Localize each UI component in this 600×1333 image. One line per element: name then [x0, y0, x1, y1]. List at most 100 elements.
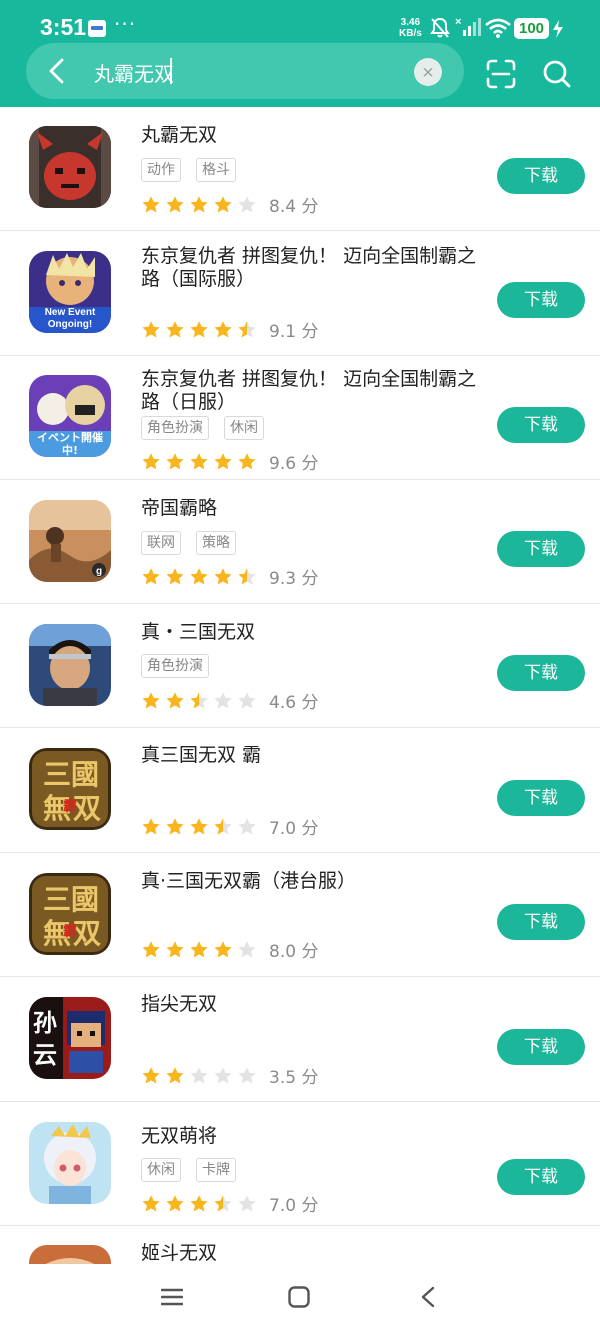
- tag: 休闲: [141, 1158, 181, 1182]
- download-button[interactable]: 下载: [497, 407, 585, 443]
- seal-mark: 霸: [63, 924, 77, 940]
- list-item[interactable]: 三 國 無 双 霸 真三国无双 霸 7.0 分 下载: [0, 728, 600, 853]
- star-half-icon: [238, 567, 256, 584]
- list-item[interactable]: 无双萌将 休闲 卡牌 7.0 分 下载: [0, 1102, 600, 1226]
- star-empty-icon: [214, 691, 232, 708]
- event-badge: New Event Ongoing!: [44, 307, 96, 330]
- tag-group: 动作 格斗: [141, 158, 236, 182]
- rating-row: 7.0 分: [141, 814, 318, 839]
- download-button[interactable]: 下载: [497, 282, 585, 318]
- pixel-hero-icon[interactable]: 孙 云: [29, 997, 111, 1079]
- back-nav-icon[interactable]: [419, 1286, 437, 1308]
- network-speed: 3.46 KB/s: [399, 17, 422, 39]
- star-filled-icon: [166, 817, 184, 834]
- tag: 休闲: [224, 416, 264, 440]
- list-item[interactable]: 姬斗无双: [0, 1226, 600, 1264]
- app-name[interactable]: 丸霸无双: [141, 124, 486, 147]
- list-item[interactable]: 真・三国无双 角色扮演 4.6 分 下载: [0, 604, 600, 728]
- list-item[interactable]: 三 國 無 双 霸 真·三国无双霸（港台服） 8.0 分 下载: [0, 853, 600, 977]
- star-filled-icon: [238, 452, 256, 469]
- app-name[interactable]: 真三国无双 霸: [141, 744, 486, 767]
- empire-battle-icon[interactable]: g: [29, 500, 111, 582]
- rating-row: 9.6 分: [141, 449, 318, 474]
- download-button[interactable]: 下载: [497, 780, 585, 816]
- tag: 联网: [141, 531, 181, 555]
- svg-text:云: 云: [33, 1040, 57, 1069]
- list-item[interactable]: 孙 云 指尖无双 3.5 分 下载: [0, 977, 600, 1102]
- svg-text:國: 國: [71, 758, 99, 791]
- tag: 角色扮演: [141, 416, 209, 440]
- rating-score: 3.5 分: [269, 1068, 319, 1088]
- list-item[interactable]: New Event Ongoing! 东京复仇者 拼图复仇！ 迈向全国制霸之路（…: [0, 231, 600, 356]
- rating-score: 9.3 分: [269, 569, 319, 589]
- star-empty-icon: [238, 1194, 256, 1211]
- tokyo-revengers-jp-icon[interactable]: イベント開催中!: [29, 375, 111, 457]
- more-notifications-icon: ···: [114, 12, 137, 36]
- star-filled-icon: [166, 195, 184, 212]
- app-name[interactable]: 东京复仇者 拼图复仇！ 迈向全国制霸之路（国际服）: [141, 245, 486, 291]
- scan-icon[interactable]: [486, 59, 516, 89]
- download-button[interactable]: 下载: [497, 158, 585, 194]
- star-empty-icon: [238, 195, 256, 212]
- tag-group: 联网 策略: [141, 531, 236, 555]
- rating-row: 8.4 分: [141, 192, 318, 217]
- search-input[interactable]: 丸霸无双: [94, 58, 174, 87]
- app-name[interactable]: 真·三国无双霸（港台服）: [141, 870, 486, 893]
- app-name[interactable]: 真・三国无双: [141, 621, 486, 644]
- red-demon-icon[interactable]: [29, 126, 111, 208]
- rating-row: 9.1 分: [141, 317, 318, 342]
- rating-row: 7.0 分: [141, 1191, 318, 1216]
- star-empty-icon: [238, 1066, 256, 1083]
- rating-score: 4.6 分: [269, 693, 319, 713]
- star-filled-icon: [142, 1194, 160, 1211]
- gold-calligraphy-icon[interactable]: 三 國 無 双 霸: [29, 748, 111, 830]
- svg-text:國: 國: [71, 883, 99, 916]
- home-icon[interactable]: [288, 1286, 310, 1308]
- star-half-icon: [214, 1194, 232, 1211]
- app-name[interactable]: 帝国霸略: [141, 497, 486, 520]
- app-name[interactable]: 东京复仇者 拼图复仇！ 迈向全国制霸之路（日服）: [141, 368, 486, 414]
- tokyo-revengers-icon[interactable]: New Event Ongoing!: [29, 251, 111, 333]
- star-filled-icon: [142, 195, 160, 212]
- status-time: 3:51: [40, 14, 87, 40]
- menu-icon[interactable]: [161, 1286, 183, 1308]
- download-button[interactable]: 下载: [497, 1159, 585, 1195]
- list-item[interactable]: 丸霸无双 动作 格斗 8.4 分 下载: [0, 107, 600, 231]
- star-filled-icon: [142, 567, 160, 584]
- app-name[interactable]: 无双萌将: [141, 1125, 486, 1148]
- tag-group: 角色扮演 休闲: [141, 416, 264, 440]
- app-name[interactable]: 指尖无双: [141, 993, 486, 1016]
- wifi-icon: [485, 18, 511, 38]
- anime-girl-icon[interactable]: [29, 1122, 111, 1204]
- search-bar[interactable]: 丸霸无双 ×: [26, 43, 464, 99]
- tag: 动作: [141, 158, 181, 182]
- star-empty-icon: [238, 817, 256, 834]
- rating-score: 9.6 分: [269, 454, 319, 474]
- signal-icon: ×: [455, 16, 481, 36]
- download-button[interactable]: 下载: [497, 1029, 585, 1065]
- battery-level: 100: [514, 18, 549, 39]
- svg-text:×: ×: [455, 16, 461, 28]
- star-filled-icon: [142, 320, 160, 337]
- system-navigation-bar: [0, 1264, 600, 1333]
- gold-calligraphy-icon-2[interactable]: 三 國 無 双 霸: [29, 873, 111, 955]
- warrior-portrait-icon[interactable]: [29, 624, 111, 706]
- back-arrow-icon[interactable]: [44, 57, 72, 85]
- star-filled-icon: [190, 940, 208, 957]
- event-badge: イベント開催中!: [37, 431, 103, 457]
- download-button[interactable]: 下载: [497, 904, 585, 940]
- star-empty-icon: [190, 1066, 208, 1083]
- star-filled-icon: [166, 940, 184, 957]
- list-item[interactable]: g 帝国霸略 联网 策略 9.3 分 下载: [0, 480, 600, 604]
- app-name[interactable]: 姬斗无双: [141, 1242, 486, 1264]
- anime-girl-icon-2[interactable]: [29, 1245, 111, 1264]
- download-button[interactable]: 下载: [497, 655, 585, 691]
- clear-search-button[interactable]: ×: [414, 58, 442, 86]
- download-button[interactable]: 下载: [497, 531, 585, 567]
- list-item[interactable]: イベント開催中! 东京复仇者 拼图复仇！ 迈向全国制霸之路（日服） 角色扮演 休…: [0, 356, 600, 480]
- star-filled-icon: [214, 452, 232, 469]
- rating-score: 7.0 分: [269, 819, 319, 839]
- search-icon[interactable]: [542, 59, 572, 89]
- star-filled-icon: [166, 691, 184, 708]
- search-result-list[interactable]: 丸霸无双 动作 格斗 8.4 分 下载 New Event Ongoing! 东…: [0, 107, 600, 1264]
